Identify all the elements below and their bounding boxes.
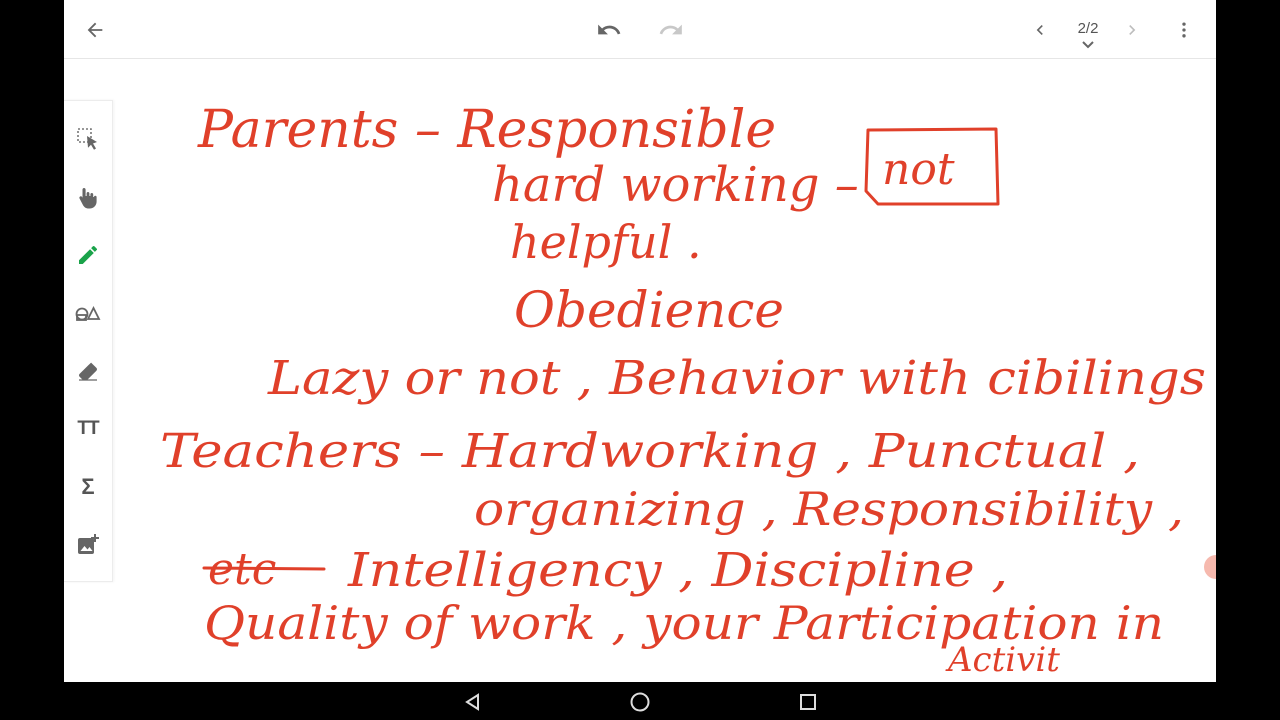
ink-line-organizing: organizing , Responsibility , bbox=[474, 482, 1184, 536]
lasso-select-icon[interactable] bbox=[70, 121, 106, 157]
ink-line-parents: Parents – Responsible bbox=[197, 100, 776, 160]
redo-icon[interactable] bbox=[654, 13, 688, 47]
ink-line-obedience: Obedience bbox=[514, 281, 784, 339]
sigma-tool-label: Σ bbox=[81, 474, 95, 499]
handwriting-canvas[interactable]: Parents – Responsible hard working – not… bbox=[112, 59, 1216, 682]
ink-line-activit: Activit bbox=[945, 640, 1060, 680]
triangle-back-icon[interactable] bbox=[461, 690, 485, 714]
ink-line-intelligency: Intelligency , Discipline , bbox=[347, 543, 1008, 598]
ink-line-hardworking: hard working – bbox=[492, 157, 859, 213]
hand-pan-icon[interactable] bbox=[70, 179, 106, 215]
arrow-back-icon[interactable] bbox=[78, 13, 112, 47]
page-number: 2/2 bbox=[1077, 20, 1099, 37]
text-icon[interactable]: TT bbox=[70, 411, 106, 447]
ink-line-not: not bbox=[882, 144, 955, 195]
text-tool-label: TT bbox=[77, 418, 99, 439]
math-sigma-icon[interactable]: Σ bbox=[70, 469, 106, 505]
undo-icon[interactable] bbox=[592, 13, 626, 47]
ink-line-teachers: Teachers – Hardworking , Punctual , bbox=[160, 424, 1140, 479]
pen-icon[interactable] bbox=[70, 237, 106, 273]
chevron-left-icon[interactable] bbox=[1023, 13, 1057, 47]
shapes-icon[interactable] bbox=[70, 295, 106, 331]
more-vert-icon[interactable] bbox=[1167, 13, 1201, 47]
chevron-right-icon[interactable] bbox=[1115, 13, 1149, 47]
drawing-toolbar: TT Σ bbox=[64, 100, 113, 582]
ink-strikethrough bbox=[202, 566, 326, 571]
page-indicator[interactable]: 2/2 bbox=[1069, 10, 1107, 50]
eraser-icon[interactable] bbox=[70, 353, 106, 389]
chevron-down-icon bbox=[1082, 41, 1094, 49]
system-nav-bar bbox=[0, 682, 1280, 720]
ink-line-helpful: helpful . bbox=[510, 215, 702, 269]
ink-line-lazy: Lazy or not , Behavior with cibilings bbox=[267, 351, 1206, 406]
circle-home-icon[interactable] bbox=[628, 690, 652, 714]
ink-layer: Parents – Responsible hard working – not… bbox=[160, 100, 1206, 680]
square-recents-icon[interactable] bbox=[796, 690, 820, 714]
add-image-icon[interactable] bbox=[70, 527, 106, 563]
top-app-bar: 2/2 bbox=[64, 0, 1216, 59]
notes-app: 2/2 TT Σ Parents – Responsible hard work… bbox=[64, 0, 1216, 682]
